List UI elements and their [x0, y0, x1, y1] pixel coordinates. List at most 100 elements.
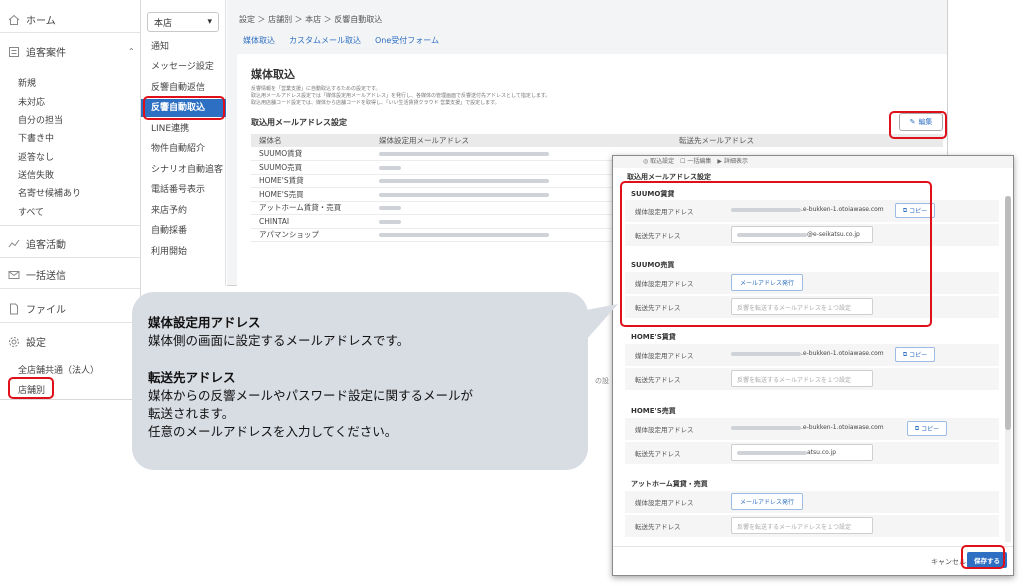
sidebar-item-failed[interactable]: 送信失敗: [18, 168, 54, 181]
media-name: SUUMO売買: [251, 160, 371, 175]
subnav-line[interactable]: LINE連携: [141, 120, 226, 138]
sidebar-settings[interactable]: 設定: [8, 334, 46, 349]
sidebar-item-all[interactable]: すべて: [18, 205, 44, 218]
copy-button[interactable]: ⧉ コピー: [907, 421, 947, 436]
column-header: 媒体名: [251, 134, 371, 147]
sub-tabs: 媒体取込 カスタムメール取込 One受付フォーム: [243, 35, 439, 46]
chevron-down-icon: ▾: [207, 17, 212, 27]
copy-icon: ⧉: [902, 350, 908, 358]
media-name: HOME'S売買: [251, 187, 371, 202]
callout-heading-forward: 転送先アドレス: [148, 370, 236, 385]
subnav-numbering[interactable]: 自動採番: [141, 222, 226, 240]
sidebar-settings-label: 設定: [26, 338, 46, 349]
media-address-label: 媒体設定用アドレス: [635, 352, 694, 360]
divider: [0, 257, 141, 258]
subnav-message[interactable]: メッセージ設定: [141, 58, 226, 76]
main-sidebar: ホーム 追客案件 ⌃ 新規 未対応 自分の担当 下書き中 返答なし 送信失敗 名…: [0, 0, 141, 400]
sidebar-bulk[interactable]: 一括送信: [8, 267, 66, 282]
store-select-value: 本店: [154, 18, 173, 29]
breadcrumb: 設定 ＞ 店舗別 ＞ 本店 ＞ 反響自動取込: [239, 15, 383, 24]
sidebar-item-mine[interactable]: 自分の担当: [18, 113, 63, 126]
media-address-row: 媒体設定用アドレス メールアドレス発行: [625, 491, 999, 513]
forward-address-input[interactable]: 反響を転送するメールアドレスを１つ設定: [731, 370, 873, 387]
section-title: 取込用メールアドレス設定: [251, 118, 347, 127]
media-address-row: 媒体設定用アドレス .e-bukken-1.otoiawase.com ⧉ コピー: [625, 344, 999, 366]
section-homes-rent: HOME'S賃貸: [631, 333, 676, 341]
sidebar-item-new[interactable]: 新規: [18, 76, 36, 89]
tab-custom-mail[interactable]: カスタムメール取込: [289, 35, 361, 46]
sidebar-item-noreply[interactable]: 返答なし: [18, 150, 54, 163]
issue-address-button[interactable]: メールアドレス発行: [731, 493, 803, 510]
sidebar-activity-label: 追客活動: [26, 240, 66, 251]
sidebar-item-all-stores[interactable]: 全店舗共通（法人）: [18, 363, 99, 376]
subnav-scenario[interactable]: シナリオ自動追客: [141, 161, 226, 179]
subnav-notification[interactable]: 通知: [141, 38, 226, 56]
file-icon: [10, 303, 18, 314]
home-icon: [8, 14, 20, 25]
callout-text-forward: 任意のメールアドレスを入力してください。: [148, 424, 398, 439]
media-address-label: 媒体設定用アドレス: [635, 426, 694, 434]
divider: [0, 32, 141, 33]
chevron-up-icon[interactable]: ⌃: [128, 47, 135, 56]
section-homes-sale: HOME'S売買: [631, 407, 676, 415]
modal-footer: キャンセル 保存する: [613, 546, 1013, 575]
forward-address-row: 転送先アドレス 反響を転送するメールアドレスを１つ設定: [625, 515, 999, 537]
scroll-thumb[interactable]: [1005, 196, 1011, 430]
column-header: 媒体設定用メールアドレス: [371, 134, 671, 147]
media-address-label: 媒体設定用アドレス: [635, 499, 694, 507]
copy-button-label: コピー: [909, 352, 928, 359]
media-address-value: .e-bukken-1.otoiawase.com: [731, 350, 884, 357]
forward-address-input[interactable]: atsu.co.jp: [731, 444, 873, 461]
media-name: アットホーム賃貸・売買: [251, 201, 371, 215]
sidebar-item-merge[interactable]: 名寄せ候補あり: [18, 186, 81, 199]
highlight-save-button: [961, 545, 1005, 569]
copy-button-label: コピー: [921, 426, 940, 433]
sidebar-file[interactable]: ファイル: [8, 301, 66, 316]
media-address-row: 媒体設定用アドレス .e-bukken-1.otoiawase.com ⧉ コピー: [625, 418, 999, 440]
subnav-property[interactable]: 物件自動紹介: [141, 140, 226, 158]
sidebar-item-unhandled[interactable]: 未対応: [18, 95, 45, 108]
callout-tail: [586, 304, 618, 340]
sidebar-attraction-label: 追客案件: [26, 48, 66, 59]
subnav-start[interactable]: 利用開始: [141, 243, 226, 261]
forward-address-input[interactable]: 反響を転送するメールアドレスを１つ設定: [731, 517, 873, 534]
forward-address-label: 転送先アドレス: [635, 376, 681, 384]
gear-icon: [9, 336, 19, 347]
forward-address-row: 転送先アドレス 反響を転送するメールアドレスを１つ設定: [625, 368, 999, 390]
media-name: HOME'S賃貸: [251, 174, 371, 188]
subnav-visit[interactable]: 来店予約: [141, 202, 226, 220]
section-athome: アットホーム賃貸・売買: [631, 480, 708, 488]
forward-address-row: 転送先アドレス atsu.co.jp: [625, 442, 999, 464]
activity-icon: [8, 239, 20, 247]
description-line: 取込用メールアドレス設定では「媒体設定用メールアドレス」を発行し、各媒体の管理画…: [251, 93, 551, 99]
modal-scrollbar[interactable]: [1005, 196, 1011, 542]
description-line: 取込用店舗コード設定では、媒体から店舗コードを取得し、「いい生活賃貸クラウド 営…: [251, 100, 500, 106]
media-address-domain: .e-bukken-1.otoiawase.com: [801, 424, 884, 431]
forward-address-domain: atsu.co.jp: [807, 449, 837, 456]
settings-subnav: 本店 ▾ 通知 メッセージ設定 反響自動返信 反響自動取込 LINE連携 物件自…: [141, 0, 226, 286]
description-line: 反響情報を「営業支援」に自動取込するための設定です。: [251, 86, 381, 92]
store-select[interactable]: 本店 ▾: [147, 12, 219, 32]
callout-heading-media: 媒体設定用アドレス: [148, 315, 261, 330]
highlight-suumo-sections: [620, 181, 932, 327]
sidebar-file-label: ファイル: [26, 305, 66, 316]
sidebar-activity[interactable]: 追客活動: [8, 236, 66, 251]
tab-media-import[interactable]: 媒体取込: [243, 35, 275, 46]
media-name: CHINTAI: [251, 214, 371, 229]
sidebar-home[interactable]: ホーム: [8, 12, 56, 27]
sidebar-attraction[interactable]: 追客案件: [8, 44, 66, 59]
forward-address-label: 転送先アドレス: [635, 523, 681, 531]
list-icon: [9, 46, 19, 57]
tab-one-form[interactable]: One受付フォーム: [375, 35, 439, 46]
subnav-phone[interactable]: 電話番号表示: [141, 181, 226, 199]
media-name: SUUMO賃貸: [251, 147, 371, 161]
subnav-auto-reply[interactable]: 反響自動返信: [141, 79, 226, 97]
media-name: アパマンショップ: [251, 228, 371, 242]
mail-icon: [8, 270, 20, 279]
forward-address-label: 転送先アドレス: [635, 450, 681, 458]
sidebar-item-draft[interactable]: 下書き中: [18, 131, 54, 144]
highlight-by-store: [8, 377, 54, 399]
background-fragment: の設: [595, 377, 609, 385]
media-address-value: .e-bukken-1.otoiawase.com: [731, 424, 884, 431]
copy-button[interactable]: ⧉ コピー: [895, 347, 935, 362]
